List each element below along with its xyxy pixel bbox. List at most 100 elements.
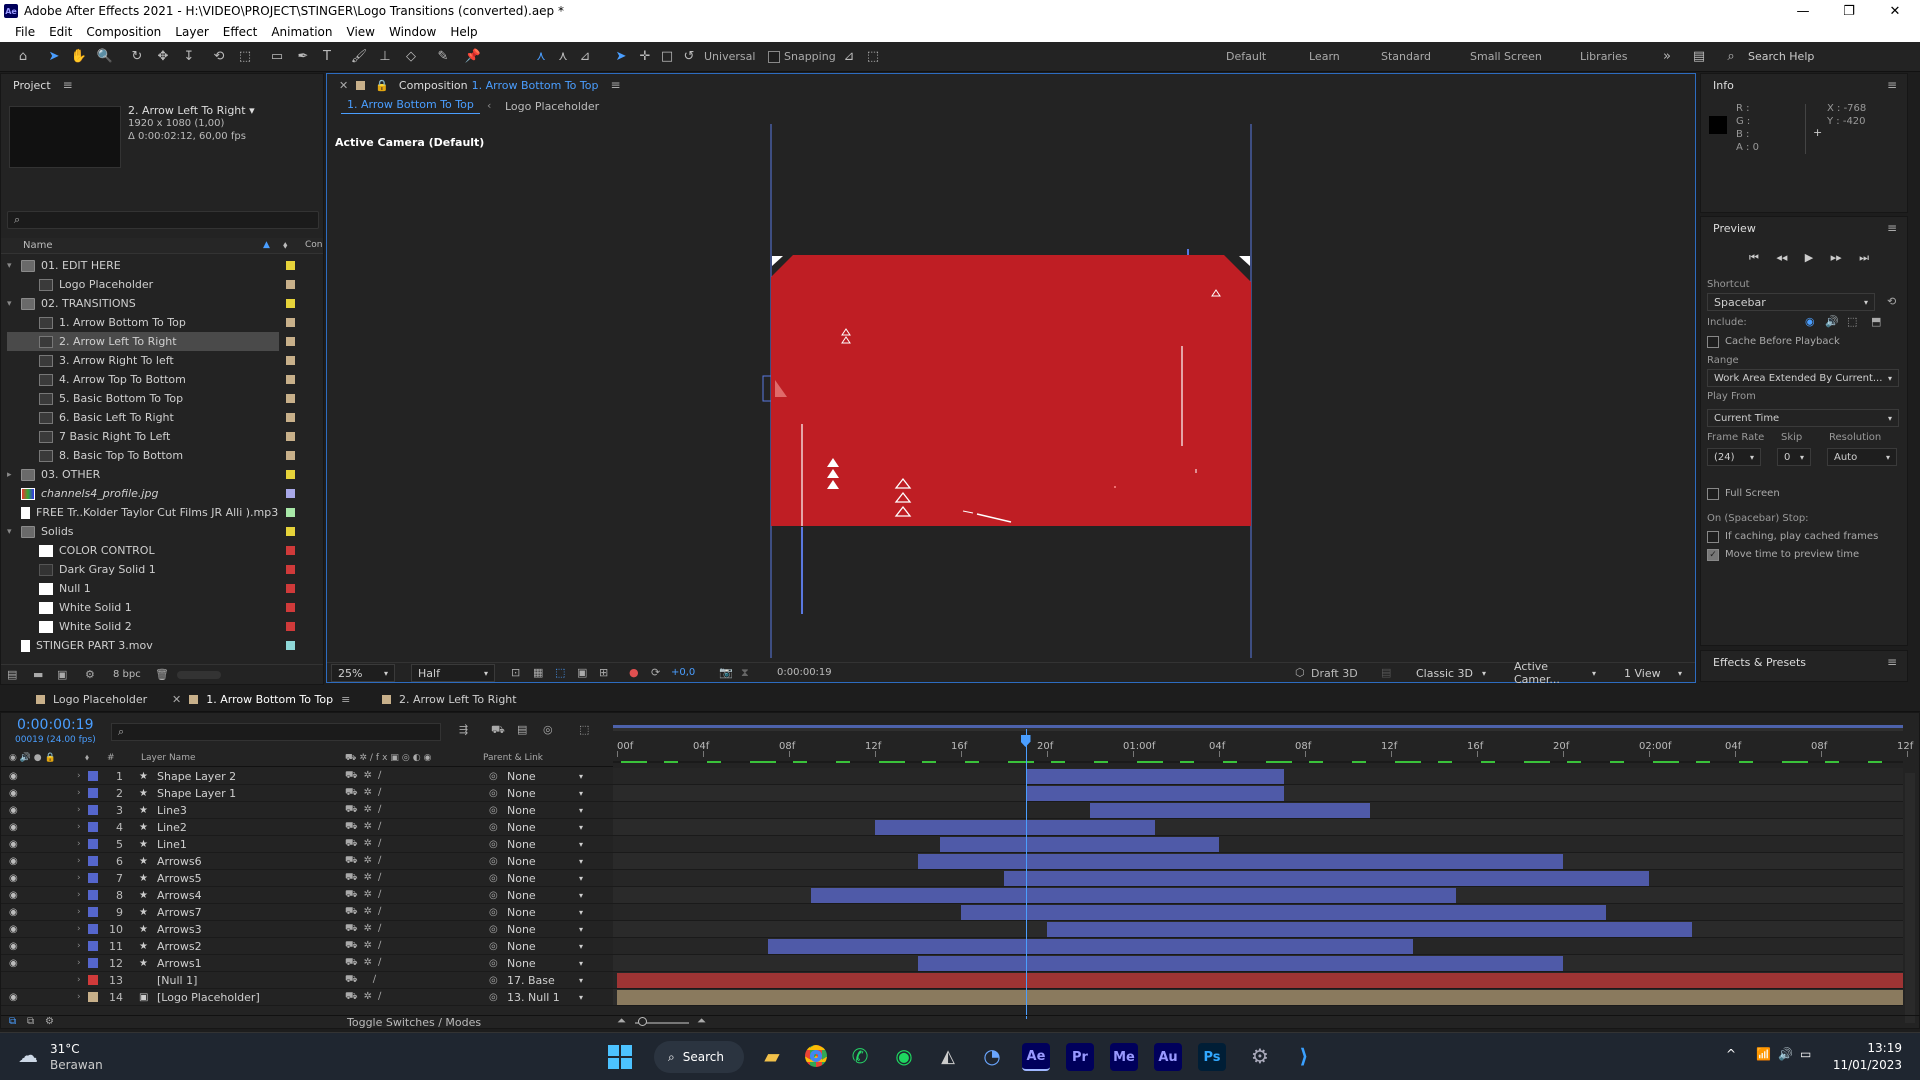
- menu-composition[interactable]: Composition: [79, 25, 168, 39]
- label-color-swatch[interactable]: [286, 356, 295, 365]
- expand-layer-icon[interactable]: ›: [77, 924, 81, 934]
- show-hidden-icons[interactable]: ^: [1726, 1047, 1736, 1061]
- move-time-checkbox[interactable]: ✓: [1707, 549, 1719, 561]
- timeline-timecode[interactable]: 0:00:00:19: [17, 717, 94, 733]
- visibility-eye-icon[interactable]: ◉: [9, 924, 18, 935]
- pick-whip-icon[interactable]: ◎: [489, 958, 498, 969]
- layer-label-color[interactable]: [88, 805, 98, 815]
- external-video-icon[interactable]: ⬒: [1871, 315, 1881, 328]
- rectangle-tool-icon[interactable]: ▭: [268, 48, 286, 66]
- new-folder-icon[interactable]: ▬: [33, 668, 43, 681]
- layer-switches[interactable]: ⛟✲∕: [345, 855, 387, 868]
- weather-temp[interactable]: 31°C: [50, 1042, 80, 1056]
- project-item[interactable]: STINGER PART 3.mov: [7, 636, 321, 655]
- messenger-icon[interactable]: ◔: [974, 1043, 1010, 1069]
- visibility-eye-icon[interactable]: ◉: [9, 771, 18, 782]
- close-tab-icon[interactable]: ✕: [172, 693, 181, 706]
- layer-label-color[interactable]: [88, 873, 98, 883]
- windows-start-icon[interactable]: [608, 1045, 632, 1069]
- project-item[interactable]: ▾ 02. TRANSITIONS: [7, 294, 321, 313]
- exposure-value[interactable]: +0,0: [671, 667, 695, 678]
- pick-whip-icon[interactable]: ◎: [489, 839, 498, 850]
- eraser-tool-icon[interactable]: ◇: [402, 48, 420, 66]
- project-item[interactable]: White Solid 2: [7, 617, 321, 636]
- world-axis-icon[interactable]: ⋏: [554, 48, 572, 66]
- menu-animation[interactable]: Animation: [264, 25, 339, 39]
- project-item[interactable]: 5. Basic Bottom To Top: [7, 389, 321, 408]
- pick-whip-icon[interactable]: ◎: [489, 992, 498, 1003]
- comp-name-link[interactable]: 1. Arrow Bottom To Top: [472, 79, 599, 92]
- taskbar-search[interactable]: ⌕ Search: [654, 1041, 744, 1073]
- zoom-tool-icon[interactable]: 🔍: [96, 48, 114, 66]
- panel-menu-icon[interactable]: ≡: [1887, 655, 1897, 669]
- cache-checkbox[interactable]: [1707, 336, 1719, 348]
- disclosure-triangle-icon[interactable]: ▾: [7, 299, 17, 309]
- layer-switches[interactable]: ⛟ ∕: [345, 974, 382, 987]
- layer-name[interactable]: Arrows4: [157, 889, 202, 902]
- layer-name[interactable]: Arrows5: [157, 872, 202, 885]
- local-axis-icon[interactable]: ⋏: [532, 48, 550, 66]
- layer-name[interactable]: [Logo Placeholder]: [157, 991, 260, 1004]
- include-video-icon[interactable]: ◉: [1805, 315, 1815, 328]
- settings-icon[interactable]: ⚙: [1242, 1043, 1278, 1069]
- layer-switches[interactable]: ⛟✲∕: [345, 889, 387, 902]
- layer-duration-bar[interactable]: [1004, 871, 1649, 886]
- layer-row[interactable]: ◉ › 4 ★ Line2 ⛟✲∕ ◎ None ▾: [1, 819, 613, 836]
- label-column-icon[interactable]: ⬧: [85, 753, 89, 763]
- reset-icon[interactable]: ⟲: [1887, 295, 1896, 308]
- project-item[interactable]: ▾ Solids: [7, 522, 321, 541]
- audition-taskbar-icon[interactable]: Au: [1154, 1043, 1182, 1071]
- layer-duration-bar[interactable]: [875, 820, 1155, 835]
- layer-name[interactable]: Arrows6: [157, 855, 202, 868]
- panel-menu-icon[interactable]: ≡: [63, 78, 73, 92]
- shortcut-dropdown[interactable]: Spacebar ▾: [1707, 293, 1875, 311]
- spotify-icon[interactable]: ◉: [886, 1043, 922, 1069]
- layer-switches[interactable]: ⛟✲∕: [345, 821, 387, 834]
- battery-icon[interactable]: ▭: [1800, 1047, 1811, 1061]
- pick-whip-icon[interactable]: ◎: [489, 771, 498, 782]
- visibility-eye-icon[interactable]: ◉: [9, 907, 18, 918]
- disclosure-triangle-icon[interactable]: ▾: [7, 261, 17, 271]
- visibility-eye-icon[interactable]: ◉: [9, 788, 18, 799]
- pick-whip-icon[interactable]: ◎: [489, 907, 498, 918]
- visibility-eye-icon[interactable]: ◉: [9, 839, 18, 850]
- workspace-libraries[interactable]: Libraries: [1580, 50, 1628, 63]
- brush-tool-icon[interactable]: 🖌: [350, 48, 368, 66]
- layer-duration-bar[interactable]: [617, 973, 1903, 988]
- previous-frame-icon[interactable]: ◂◂: [1776, 251, 1787, 265]
- delete-icon[interactable]: 🗑: [155, 668, 169, 681]
- layer-name-column[interactable]: Layer Name: [141, 753, 196, 763]
- layer-switches[interactable]: ⛟✲∕: [345, 770, 387, 783]
- skip-dropdown[interactable]: 0 ▾: [1777, 448, 1811, 466]
- expand-layer-icon[interactable]: ›: [77, 856, 81, 866]
- expand-layer-icon[interactable]: ›: [77, 890, 81, 900]
- layer-name[interactable]: Shape Layer 2: [157, 770, 236, 783]
- label-color-swatch[interactable]: [286, 603, 295, 612]
- project-search-input[interactable]: ⌕: [7, 211, 319, 229]
- info-panel-title[interactable]: Info: [1713, 79, 1734, 92]
- mask-visibility-icon[interactable]: ⬚: [555, 666, 565, 679]
- label-color-swatch[interactable]: [286, 299, 295, 308]
- parent-dropdown[interactable]: 13. Null 1 ▾: [503, 991, 587, 1004]
- flowchart-parent-comp[interactable]: Logo Placeholder: [505, 100, 599, 113]
- layer-label-color[interactable]: [88, 856, 98, 866]
- name-column[interactable]: Name: [23, 240, 53, 251]
- disclosure-triangle-icon[interactable]: ▾: [7, 527, 17, 537]
- visibility-eye-icon[interactable]: ◉: [9, 822, 18, 833]
- layer-duration-bar[interactable]: [810, 888, 1456, 903]
- layer-switches[interactable]: ⛟✲∕: [345, 906, 387, 919]
- transfer-controls-icon[interactable]: ⧉: [27, 1016, 34, 1027]
- layer-duration-bar[interactable]: [961, 905, 1606, 920]
- layer-switches[interactable]: ⛟✲∕: [345, 804, 387, 817]
- composition-viewer[interactable]: [327, 124, 1695, 658]
- puppet-pin-icon[interactable]: 📌: [464, 48, 482, 66]
- play-from-dropdown[interactable]: Current Time ▾: [1707, 409, 1899, 427]
- magnification-dropdown[interactable]: 25% ▾: [331, 664, 395, 682]
- flowchart-active-comp[interactable]: 1. Arrow Bottom To Top: [341, 98, 480, 114]
- color-channels-icon[interactable]: ●: [629, 666, 639, 679]
- view-layout-dropdown[interactable]: 1 View ▾: [1617, 664, 1689, 682]
- snapshot-icon[interactable]: 📷: [719, 666, 733, 679]
- pan-camera-icon[interactable]: ✥: [154, 48, 172, 66]
- workspace-default[interactable]: Default: [1226, 50, 1266, 63]
- thumbnail-slider[interactable]: [177, 671, 221, 679]
